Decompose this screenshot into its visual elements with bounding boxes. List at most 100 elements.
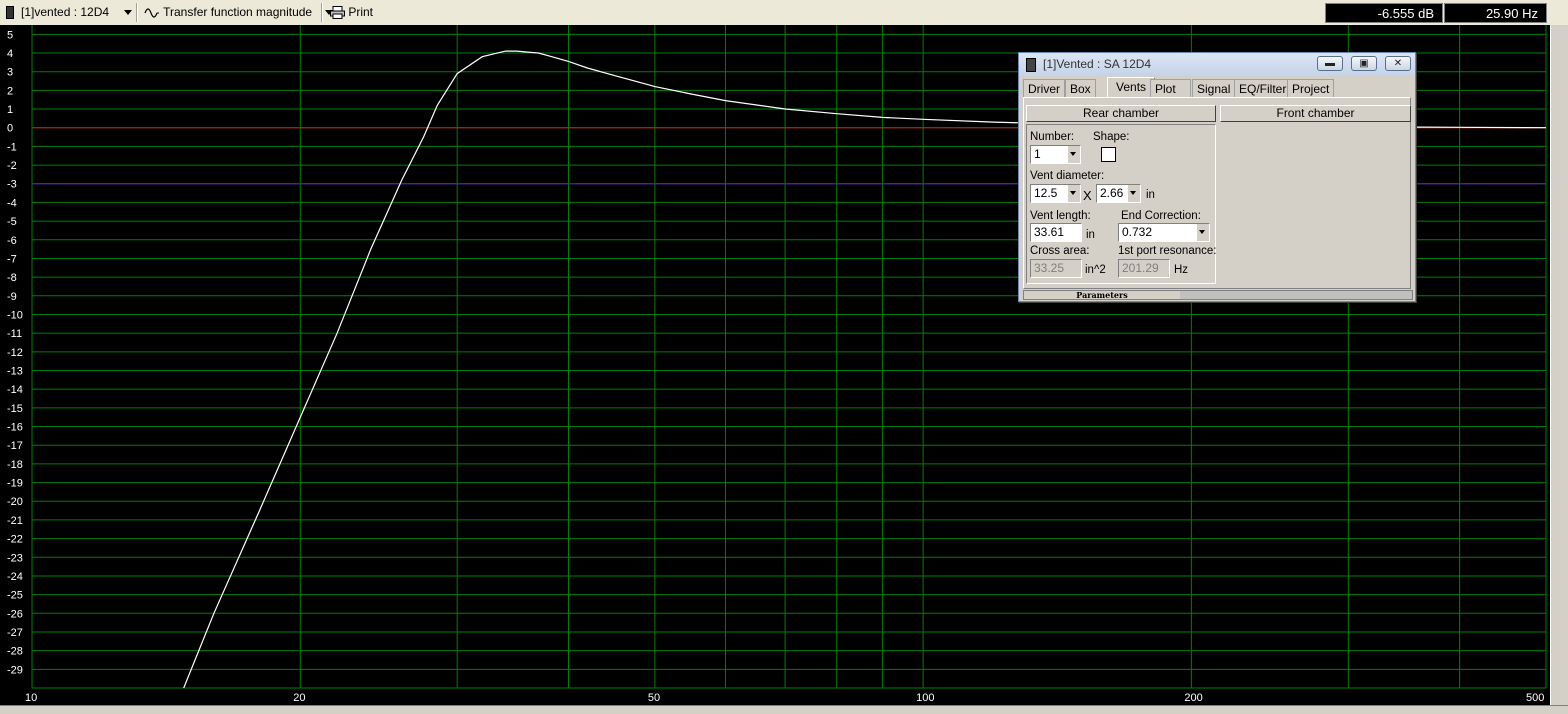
y-tick-label: -17 [7,440,23,452]
tab-project[interactable]: Project [1287,79,1335,97]
print-button[interactable]: Print [330,3,373,22]
y-tick-label: -7 [7,253,17,265]
speaker-icon [6,6,14,20]
x-tick-label: 10 [25,692,37,704]
x-tick-label: 50 [648,692,660,704]
close-button[interactable]: ✕ [1385,56,1411,71]
minimize-icon: ▬ [1325,58,1335,69]
y-tick-label: 3 [7,67,13,79]
tab-box[interactable]: Box [1065,79,1096,97]
y-tick-label: -10 [7,309,23,321]
tab-signal[interactable]: Signal [1192,79,1236,97]
shape-label: Shape: [1093,131,1130,143]
y-tick-label: 5 [7,29,13,41]
dialog-titlebar[interactable]: [1]Vented : SA 12D4 ▬ ▣ ✕ [1019,53,1415,76]
speaker-icon [1026,58,1036,72]
y-tick-label: -11 [7,328,22,340]
y-tick-label: 0 [7,123,13,135]
times-symbol: X [1083,188,1092,203]
toolbar-separator [136,3,138,22]
y-tick-label: -26 [7,608,23,620]
y-tick-label: -8 [7,272,17,284]
chevron-down-icon[interactable] [1127,185,1140,202]
vent-diameter-value: 12.5 [1034,186,1058,200]
vent-diameter2-select[interactable]: 2.66 [1096,184,1141,203]
toolbar-separator [321,3,323,22]
port-resonance-field: 201.29 [1118,259,1170,278]
close-icon: ✕ [1393,58,1403,69]
vent-diameter-unit: in [1146,189,1155,201]
printer-icon [330,6,345,20]
x-tick-label: 100 [916,692,934,704]
y-tick-label: -13 [7,366,23,378]
maximize-button[interactable]: ▣ [1351,56,1377,71]
y-tick-label: 1 [7,104,13,116]
y-tick-label: -9 [7,291,17,303]
y-tick-label: -20 [7,496,23,508]
tab-driver[interactable]: Driver [1023,79,1065,97]
y-tick-label: -19 [7,478,23,490]
hz-readout: 25.90 Hz [1444,3,1547,23]
x-tick-label: 20 [293,692,305,704]
cross-area-unit: in^2 [1085,264,1106,276]
dialog-title: [1]Vented : SA 12D4 [1043,57,1152,71]
y-tick-label: -28 [7,646,23,658]
tab-vents[interactable]: Vents [1107,77,1156,98]
y-tick-label: -3 [7,179,17,191]
vent-length-input[interactable]: 33.61 [1030,223,1082,242]
rear-chamber-group: Number: 1 Shape: Vent diameter: 12.5 X 2… [1026,124,1216,284]
end-correction-value: 0.732 [1122,225,1153,239]
y-tick-label: -5 [7,216,17,228]
y-tick-label: -21 [7,515,23,527]
end-correction-select[interactable]: 0.732 [1118,223,1210,242]
square-shape-icon[interactable] [1101,147,1116,162]
vent-diameter-label: Vent diameter: [1030,170,1105,182]
y-tick-label: -18 [7,459,23,471]
db-readout: -6.555 dB [1325,3,1443,23]
y-tick-label: -22 [7,534,23,546]
tab-eq-filter[interactable]: EQ/Filter [1234,79,1292,97]
toolbar: [1]vented : 12D4 Transfer function magni… [0,0,1568,26]
vent-diameter-select[interactable]: 12.5 [1030,184,1081,203]
y-tick-label: 2 [7,85,13,97]
view-selector[interactable]: Transfer function magnitude [144,3,334,22]
y-tick-label: -14 [7,384,23,396]
vented-parameters-dialog[interactable]: [1]Vented : SA 12D4 ▬ ▣ ✕ Driver Box Ven… [1018,52,1416,302]
number-label: Number: [1030,131,1075,143]
print-label: Print [348,5,374,19]
vents-panel: Rear chamber Front chamber Number: 1 Sha… [1023,97,1411,289]
status-label: Parameters [1024,291,1180,299]
chevron-down-icon[interactable] [124,5,133,19]
y-tick-label: -4 [7,197,17,209]
y-tick-label: -2 [7,160,17,172]
port-resonance-unit: Hz [1174,264,1189,276]
project-selector[interactable]: [1]vented : 12D4 [6,3,133,22]
status-bar: Parameters [1023,290,1413,300]
y-tick-label: -16 [7,422,23,434]
transfer-function-icon [144,8,159,18]
view-label: Transfer function magnitude [163,5,313,19]
minimize-button[interactable]: ▬ [1317,56,1343,71]
vent-length-unit: in [1086,229,1095,241]
chevron-down-icon[interactable] [1067,185,1080,202]
y-tick-label: -27 [7,627,23,639]
cross-area-label: Cross area: [1030,245,1090,257]
y-tick-label: -29 [7,664,23,676]
rear-chamber-button[interactable]: Rear chamber [1026,105,1216,122]
port-resonance-label: 1st port resonance: [1118,245,1217,257]
front-chamber-button[interactable]: Front chamber [1220,105,1411,122]
y-tick-label: 4 [7,48,13,60]
y-tick-label: -12 [7,347,23,359]
number-value: 1 [1034,147,1041,161]
chevron-down-icon[interactable] [1067,146,1080,163]
end-correction-label: End Correction: [1121,210,1201,222]
right-edge [1550,25,1568,705]
x-tick-label: 200 [1184,692,1202,704]
y-tick-label: -6 [7,235,17,247]
y-tick-label: -25 [7,590,23,602]
y-tick-label: -24 [7,571,23,583]
tab-plot[interactable]: Plot [1150,79,1191,97]
y-tick-label: -15 [7,403,23,415]
number-select[interactable]: 1 [1030,145,1081,164]
chevron-down-icon[interactable] [1196,224,1209,241]
